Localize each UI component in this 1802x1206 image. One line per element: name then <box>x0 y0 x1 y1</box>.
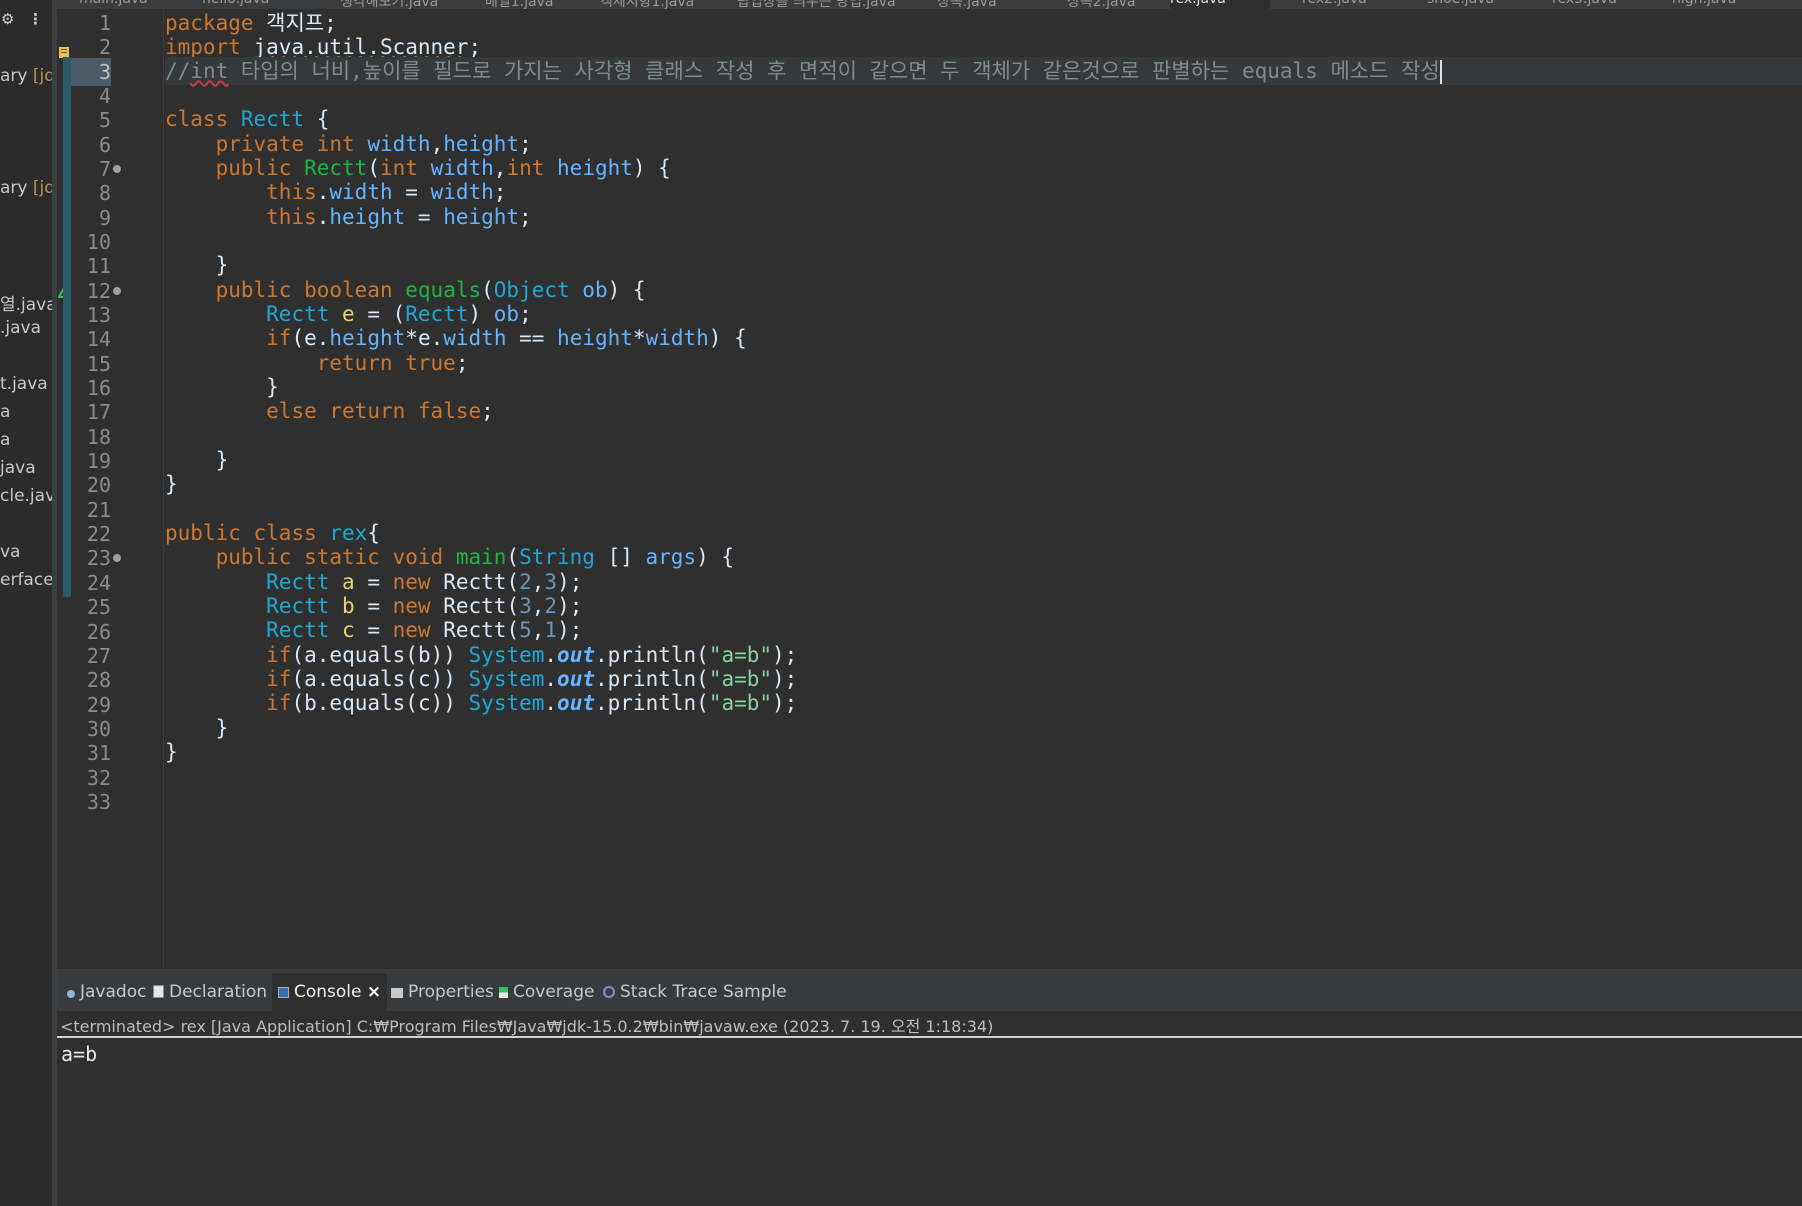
tab-properties[interactable]: Properties <box>385 973 500 1011</box>
editor-tab[interactable]: hello.java <box>202 0 269 9</box>
properties-icon <box>391 988 403 998</box>
fold-toggle-icon[interactable] <box>113 165 121 173</box>
tab-stack-trace-sample[interactable]: Stack Trace Sample <box>597 973 793 1011</box>
code-editor[interactable]: 1 2 3 4 5 6 7 8 9 10 11 12 13 14 15 16 17 18 19 20 21 22 23 24 2… <box>57 9 1802 969</box>
editor-tab[interactable]: 객체지향1.java <box>600 0 694 9</box>
javadoc-icon <box>67 990 75 998</box>
editor-tab[interactable]: main.java <box>79 0 148 9</box>
editor-tab-bar: main.java hello.java 생각해보기.java 배열1.java… <box>57 0 1802 9</box>
editor-tab[interactable]: rex3.java <box>1552 0 1617 9</box>
editor-tab[interactable]: rex2.java <box>1302 0 1367 9</box>
line-number: 8 <box>98 181 111 205</box>
explorer-item[interactable]: erface.j <box>0 570 52 590</box>
code-area[interactable]: package 객지프; import java.util.Scanner; /… <box>165 9 1802 969</box>
console-icon <box>278 987 289 998</box>
fold-toggle-icon[interactable] <box>113 287 121 295</box>
editor-tab[interactable]: shoe.java <box>1427 0 1494 9</box>
line-number: 23 <box>86 546 111 570</box>
package-explorer: ⚙ ⋮ ary [jd ary [jd 열.java .java t.java … <box>0 0 52 1206</box>
line-number: 25 <box>86 595 111 619</box>
explorer-item[interactable]: t.java <box>0 374 48 394</box>
explorer-item[interactable]: .java <box>0 318 41 338</box>
view-menu-icon[interactable]: ⋮ <box>28 10 43 28</box>
explorer-item[interactable]: ary [jd <box>0 178 52 198</box>
console-output: a=b <box>61 1042 98 1066</box>
line-number: 28 <box>86 668 111 692</box>
explorer-filter-icon[interactable]: ⚙ <box>1 10 14 28</box>
editor-tab[interactable]: 상속2.java <box>1067 0 1135 9</box>
tab-javadoc[interactable]: Javadoc <box>61 973 152 1011</box>
line-number: 14 <box>86 327 111 351</box>
code-line[interactable]: Rectt c = new Rectt(5,1); <box>165 616 582 644</box>
code-line[interactable]: } <box>165 251 229 279</box>
explorer-item[interactable]: cle.jav <box>0 486 52 506</box>
coverage-icon <box>499 987 508 998</box>
text-cursor <box>1439 60 1442 84</box>
code-line[interactable]: this.width = width; <box>165 178 506 206</box>
editor-tab[interactable]: 팝업창을 띄우는 방법.java <box>737 0 896 9</box>
editor-tab[interactable]: 상속.java <box>937 0 997 9</box>
close-console-tab-icon[interactable]: × <box>367 982 381 1002</box>
tab-coverage[interactable]: Coverage <box>493 973 600 1011</box>
explorer-item[interactable]: a <box>0 430 10 450</box>
code-line[interactable]: } <box>165 738 178 766</box>
line-number-gutter: 1 2 3 4 5 6 7 8 9 10 11 12 13 14 15 16 17 18 19 20 21 22 23 24 2… <box>71 9 164 969</box>
editor-tab[interactable]: 배열1.java <box>485 0 553 9</box>
quick-diff-bar <box>63 57 71 597</box>
explorer-item[interactable]: ary [jd <box>0 66 52 86</box>
console-header: <terminated> rex [Java Application] C:₩P… <box>57 1011 1802 1038</box>
editor-tab[interactable]: 생각해보기.java <box>340 0 438 9</box>
stack-trace-icon <box>603 986 615 998</box>
line-number: 20 <box>86 473 111 497</box>
explorer-toolbar: ⚙ ⋮ <box>0 10 52 34</box>
code-line[interactable]: this.height = height; <box>165 203 532 231</box>
code-line[interactable]: } <box>165 470 178 498</box>
line-number: 5 <box>98 108 111 132</box>
console-status: <terminated> rex [Java Application] C:₩P… <box>60 1017 994 1036</box>
editor-tab[interactable]: high.java <box>1672 0 1736 9</box>
bottom-panel-tabs: Javadoc Declaration Console × Properties… <box>57 973 1802 1011</box>
explorer-item[interactable]: java <box>0 458 36 478</box>
tab-console[interactable]: Console × <box>272 973 388 1011</box>
line-number: 11 <box>86 254 111 278</box>
explorer-item[interactable]: a <box>0 402 10 422</box>
declaration-icon <box>153 985 164 998</box>
explorer-item[interactable]: va <box>0 542 20 562</box>
editor-tab-active[interactable]: rex.java <box>1170 0 1270 9</box>
line-number: 31 <box>86 741 111 765</box>
code-line[interactable]: public static void main(String [] args) … <box>165 543 734 571</box>
code-line[interactable]: else return false; <box>165 397 494 425</box>
fold-toggle-icon[interactable] <box>113 554 121 562</box>
line-number: 2 <box>98 35 111 59</box>
code-line[interactable]: if(b.equals(c)) System.out.println("a=b"… <box>165 689 797 717</box>
tab-declaration[interactable]: Declaration <box>147 973 273 1011</box>
explorer-item[interactable]: 열.java <box>0 290 52 315</box>
console-view[interactable]: a=b <box>57 1038 1802 1206</box>
code-line[interactable]: class Rectt { <box>165 105 329 133</box>
code-line-current[interactable]: //int 타입의 너비,높이를 필드로 가지는 사각형 클래스 작성 후 면적… <box>165 57 1802 85</box>
line-number: 33 <box>86 790 111 814</box>
code-line[interactable]: if(e.height*e.width == height*width) { <box>165 324 747 352</box>
line-number: 17 <box>86 400 111 424</box>
